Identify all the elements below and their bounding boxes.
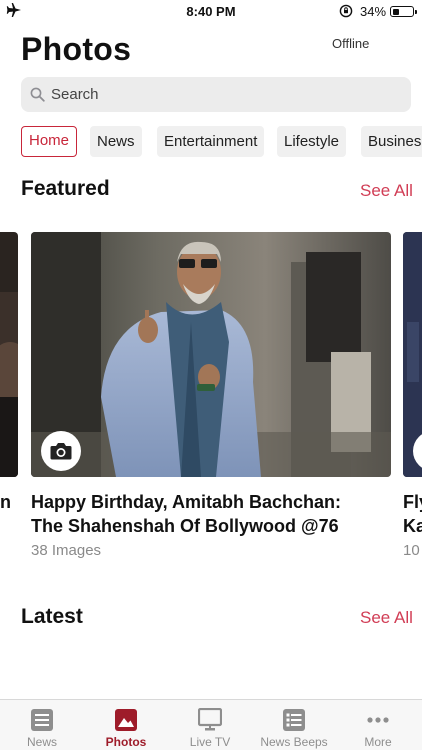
tabbar-label: More (364, 735, 392, 749)
tabbar-label: Live TV (189, 735, 231, 749)
category-tabs: Home News Entertainment Lifestyle Busine… (21, 126, 422, 158)
card-title: n (0, 492, 11, 512)
tabbar-photos[interactable]: Photos (84, 700, 168, 750)
card-title-line1: Fly (403, 492, 422, 512)
tabbar-more[interactable]: More (336, 700, 420, 750)
card-title: Happy Birthday, Amitabh Bachchan: The Sh… (31, 490, 391, 538)
card-image-count: 38 Images (31, 542, 102, 559)
search-bar[interactable] (21, 77, 411, 112)
tab-entertainment[interactable]: Entertainment (157, 126, 265, 157)
featured-title: Featured (21, 177, 110, 200)
camera-icon (50, 443, 72, 460)
tabbar-label: News (26, 735, 57, 749)
tab-home[interactable]: Home (21, 126, 78, 157)
battery-percent: 34% (360, 4, 387, 19)
featured-carousel[interactable]: n Happy Birthday, Amitabh Bachchan: The … (0, 232, 422, 567)
list-icon (283, 709, 305, 731)
card-title: Fly Ka (403, 490, 422, 538)
status-bar: 8:40 PM 34% (0, 0, 422, 24)
offline-label[interactable]: Offline (332, 36, 369, 51)
page-title: Photos (21, 31, 132, 67)
bottom-tab-bar: News Photos Live TV News Beeps More (0, 699, 422, 750)
tab-business[interactable]: Busines (361, 126, 422, 157)
card-image-count: 10 (403, 542, 420, 559)
status-time: 8:40 PM (186, 4, 236, 19)
tabbar-label: Photos (105, 735, 147, 749)
search-input[interactable] (51, 77, 401, 112)
latest-title: Latest (21, 605, 83, 628)
orientation-lock-icon (339, 4, 353, 18)
tabbar-live-tv[interactable]: Live TV (168, 700, 252, 750)
tv-icon (198, 708, 222, 731)
latest-see-all-link[interactable]: See All (360, 608, 413, 628)
card-title-line2: Ka (403, 516, 422, 536)
battery-icon (390, 6, 417, 17)
photos-icon (115, 709, 137, 731)
search-icon (30, 87, 45, 102)
card-image (31, 232, 391, 477)
tabbar-news-beeps[interactable]: News Beeps (252, 700, 336, 750)
card-image (0, 232, 18, 477)
featured-see-all-link[interactable]: See All (360, 181, 413, 201)
card-title-line1: Happy Birthday, Amitabh Bachchan: (31, 492, 342, 512)
amitabh-photo (31, 232, 391, 477)
tabbar-news[interactable]: News (0, 700, 84, 750)
more-icon (367, 717, 389, 723)
card-title-line2: The Shahenshah Of Bollywood @76 (31, 516, 339, 536)
tab-lifestyle[interactable]: Lifestyle (277, 126, 347, 157)
tab-news[interactable]: News (90, 126, 142, 157)
news-icon (31, 709, 53, 731)
tabbar-label: News Beeps (260, 735, 328, 749)
camera-badge (41, 431, 81, 471)
